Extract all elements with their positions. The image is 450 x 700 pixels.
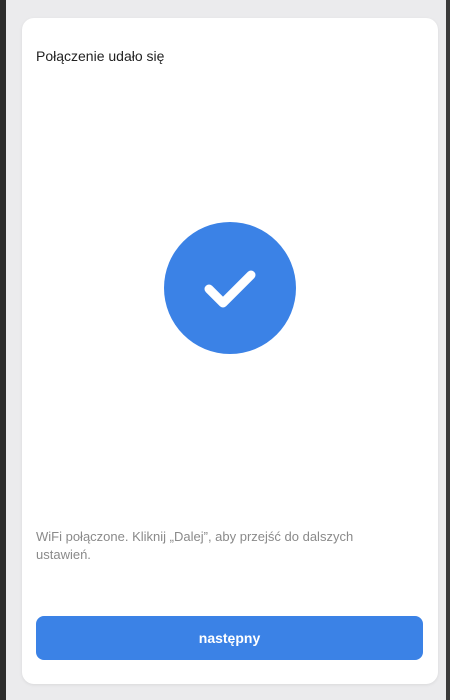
screen-frame: Połączenie udało się WiFi połączone. Kli…	[0, 0, 450, 700]
success-status-badge	[164, 222, 296, 354]
window-edge-right	[446, 0, 450, 700]
status-message: WiFi połączone. Kliknij „Dalej”, aby prz…	[36, 529, 354, 562]
page-title: Połączenie udało się	[36, 48, 165, 64]
window-edge-left	[0, 0, 6, 700]
checkmark-icon	[204, 270, 256, 308]
next-button[interactable]: następny	[36, 616, 423, 660]
